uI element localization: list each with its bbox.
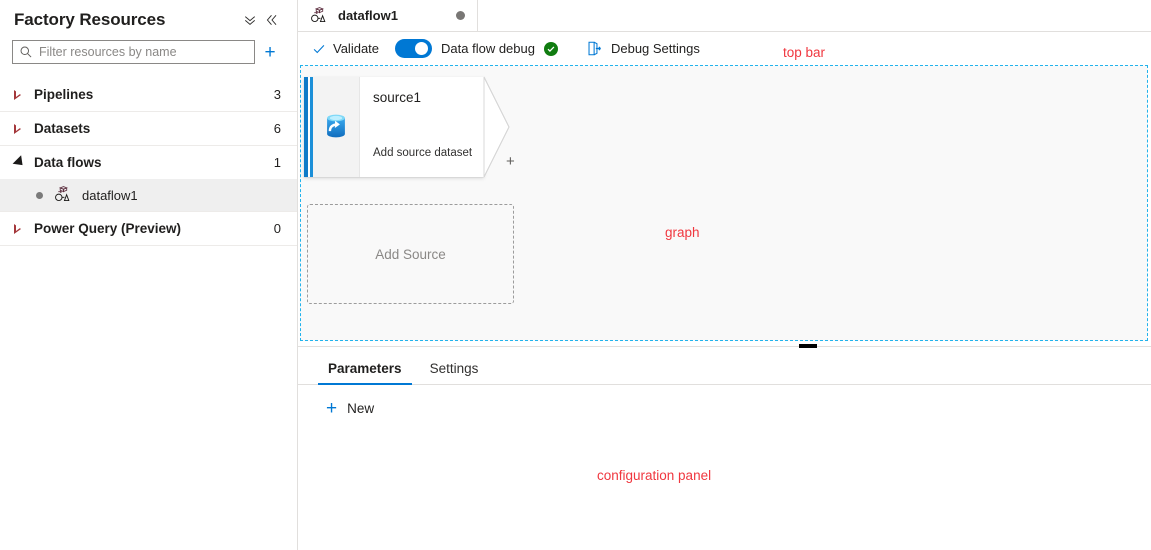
debug-settings-label: Debug Settings bbox=[610, 41, 700, 56]
source-database-icon bbox=[321, 111, 351, 144]
panel-resize-handle[interactable] bbox=[799, 344, 817, 348]
tab-parameters[interactable]: Parameters bbox=[318, 361, 412, 385]
chevron-right-icon[interactable] bbox=[14, 89, 34, 100]
config-body: + New bbox=[298, 385, 1151, 418]
tree-group-pipelines: Pipelines 3 bbox=[0, 78, 297, 112]
chevron-right-icon[interactable] bbox=[14, 123, 34, 134]
sidebar-item-dataflow1[interactable]: dataflow1 bbox=[0, 179, 297, 211]
new-label: New bbox=[347, 401, 375, 416]
sidebar-item-label: Pipelines bbox=[34, 87, 94, 102]
tree-group-data-flows: Data flows 1 dataflow1 bbox=[0, 146, 297, 212]
new-parameter-button[interactable]: + New bbox=[326, 399, 374, 418]
search-icon bbox=[19, 45, 33, 59]
tab-settings[interactable]: Settings bbox=[420, 361, 489, 384]
factory-resources-sidebar: Factory Resources + Pipelines bbox=[0, 0, 298, 550]
page-title: Factory Resources bbox=[14, 10, 166, 29]
add-resource-button[interactable]: + bbox=[255, 43, 285, 62]
sidebar-item-count: 6 bbox=[273, 121, 281, 136]
node-body: source1 Add source dataset bbox=[360, 77, 484, 177]
chevron-down-icon[interactable] bbox=[12, 154, 34, 169]
sidebar-child-label: dataflow1 bbox=[82, 187, 138, 203]
tab-dataflow1[interactable]: dataflow1 bbox=[298, 0, 478, 31]
search-input[interactable] bbox=[39, 45, 248, 59]
main-area: dataflow1 Validate Data flow debug Debug… bbox=[298, 0, 1151, 550]
config-tabstrip: Parameters Settings bbox=[298, 347, 1151, 385]
sidebar-item-count: 1 bbox=[273, 155, 281, 170]
configuration-panel: Parameters Settings + New bbox=[298, 346, 1151, 550]
unsaved-dot-icon bbox=[36, 191, 43, 199]
validate-button[interactable]: Validate bbox=[312, 41, 379, 56]
sidebar-item-label: Data flows bbox=[34, 155, 102, 170]
status-success-icon bbox=[543, 41, 558, 56]
tree-group-power-query: Power Query (Preview) 0 bbox=[0, 212, 297, 246]
chevron-double-left-icon[interactable] bbox=[261, 13, 283, 27]
app-root: Factory Resources + Pipelines bbox=[0, 0, 1151, 550]
debug-settings-button[interactable]: Debug Settings bbox=[586, 40, 700, 57]
data-flow-debug-toggle-group[interactable]: Data flow debug bbox=[395, 39, 558, 58]
sidebar-header: Factory Resources bbox=[0, 0, 297, 34]
add-source-label: Add Source bbox=[375, 246, 446, 262]
dataflow-icon bbox=[54, 186, 74, 204]
add-source-placeholder[interactable]: Add Source bbox=[307, 204, 514, 304]
search-row: + bbox=[0, 34, 297, 64]
resource-tree: Pipelines 3 Datasets 6 Data flows 1 data… bbox=[0, 78, 297, 246]
node-title: source1 bbox=[373, 90, 422, 105]
sidebar-item-power-query[interactable]: Power Query (Preview) 0 bbox=[0, 212, 297, 245]
plus-icon: + bbox=[326, 398, 338, 419]
debug-settings-icon bbox=[586, 40, 603, 57]
checkmark-icon bbox=[312, 42, 326, 56]
search-box[interactable] bbox=[12, 40, 255, 64]
sidebar-item-count: 3 bbox=[273, 87, 281, 102]
data-flow-debug-label: Data flow debug bbox=[441, 41, 535, 56]
validate-label: Validate bbox=[333, 41, 380, 56]
unsaved-dot-icon bbox=[456, 11, 465, 20]
node-subtitle[interactable]: Add source dataset bbox=[373, 147, 484, 159]
command-bar: Validate Data flow debug Debug Settings bbox=[298, 32, 1151, 65]
sidebar-item-label: Datasets bbox=[34, 121, 91, 136]
sidebar-item-data-flows[interactable]: Data flows 1 bbox=[0, 146, 297, 179]
add-transformation-button[interactable]: + bbox=[506, 154, 515, 169]
node-icon-column bbox=[313, 77, 360, 177]
source-node-source1[interactable]: source1 Add source dataset bbox=[304, 77, 484, 177]
tree-group-datasets: Datasets 6 bbox=[0, 112, 297, 146]
editor-tabstrip: dataflow1 bbox=[298, 0, 1151, 32]
chevron-right-icon[interactable] bbox=[14, 223, 34, 234]
tab-label: dataflow1 bbox=[338, 8, 398, 23]
sidebar-item-count: 0 bbox=[273, 221, 281, 236]
data-flow-debug-toggle[interactable] bbox=[395, 39, 433, 58]
sidebar-item-label: Power Query (Preview) bbox=[34, 221, 182, 236]
chevron-double-down-icon[interactable] bbox=[239, 13, 261, 27]
graph-wrapper: source1 Add source dataset + Add Source bbox=[298, 65, 1151, 346]
sidebar-item-pipelines[interactable]: Pipelines 3 bbox=[0, 78, 297, 111]
dataflow-icon bbox=[310, 6, 330, 25]
dataflow-graph-canvas[interactable]: source1 Add source dataset + Add Source bbox=[300, 65, 1148, 341]
sidebar-item-datasets[interactable]: Datasets 6 bbox=[0, 112, 297, 145]
